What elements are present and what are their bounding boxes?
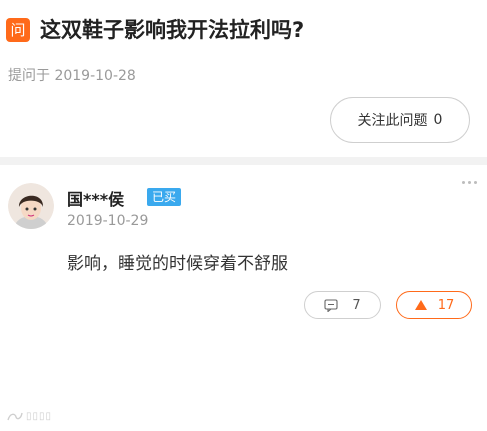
- more-dots-icon[interactable]: [462, 181, 477, 184]
- watermark: ▯▯▯▯: [6, 411, 52, 422]
- comment-icon: [324, 298, 338, 312]
- question-title: 这双鞋子影响我开法拉利吗?: [40, 18, 305, 42]
- avatar[interactable]: [8, 183, 54, 229]
- answer-card: 国***侯 已买 2019-10-29 影响，睡觉的时候穿着不舒服 7 17: [0, 165, 487, 431]
- buyer-badge: 已买: [147, 188, 182, 206]
- answer-date: 2019-10-29: [67, 213, 149, 229]
- follow-count: 0: [433, 112, 443, 128]
- question-badge-icon: 问: [6, 18, 30, 42]
- follow-question-button[interactable]: 关注此问题 0: [330, 97, 470, 143]
- question-date: 提问于 2019-10-28: [8, 68, 136, 84]
- comment-count: 7: [352, 297, 361, 313]
- like-button[interactable]: 17: [396, 291, 472, 319]
- follow-label: 关注此问题: [357, 113, 428, 129]
- thumbs-up-triangle-icon: [414, 300, 427, 310]
- like-count: 17: [437, 297, 455, 313]
- author-name[interactable]: 国***侯: [67, 186, 124, 210]
- comment-button[interactable]: 7: [304, 291, 381, 319]
- section-divider: [0, 157, 487, 165]
- question-header: 问 这双鞋子影响我开法拉利吗?: [6, 14, 477, 50]
- answer-text: 影响，睡觉的时候穿着不舒服: [67, 254, 288, 274]
